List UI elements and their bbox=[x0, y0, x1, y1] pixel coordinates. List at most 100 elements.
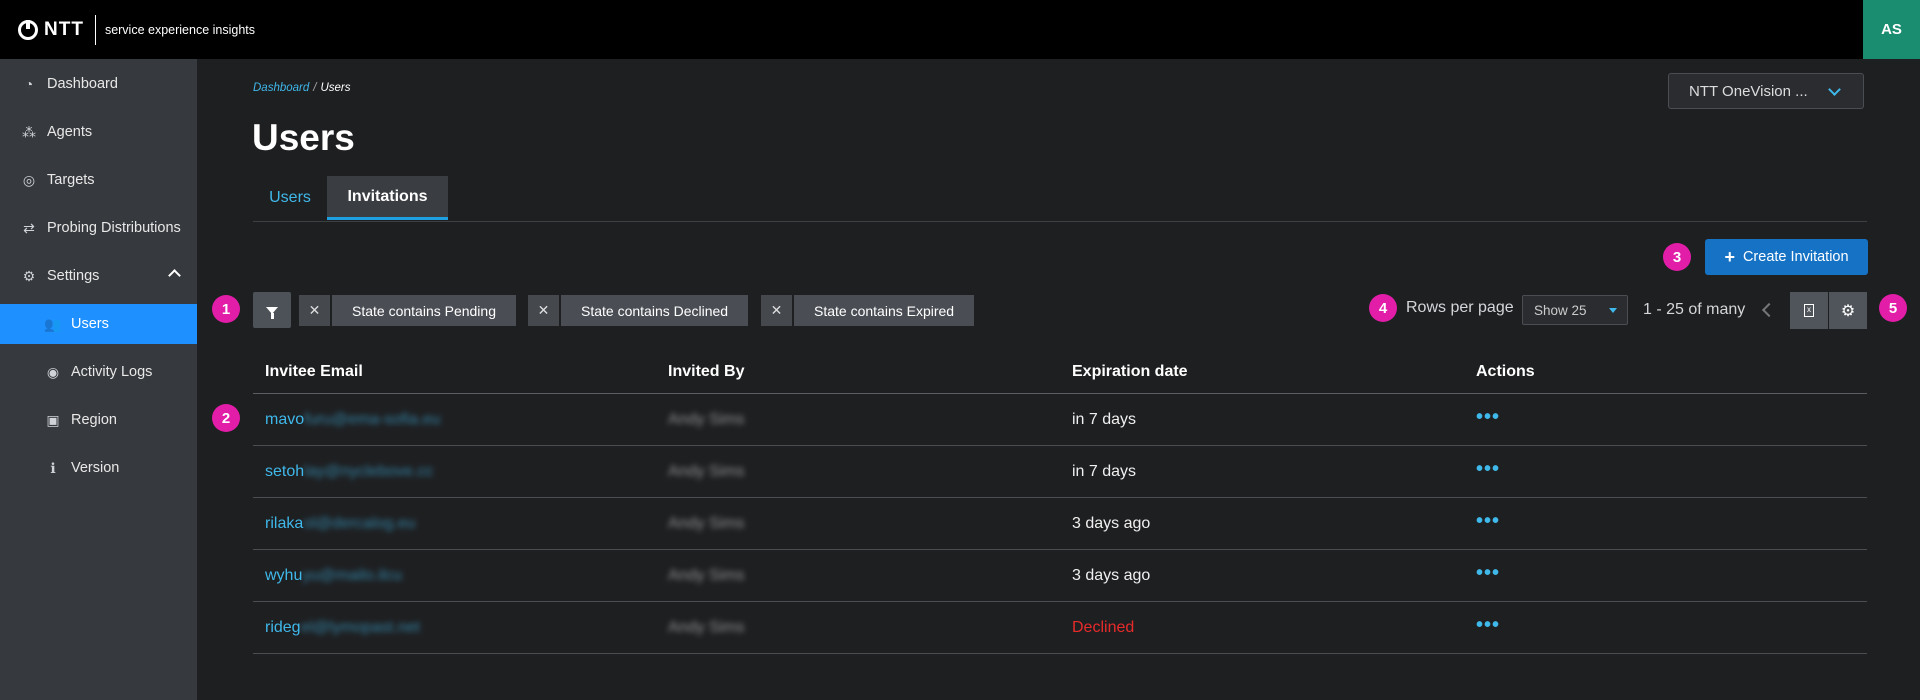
sidebar-item-label: Activity Logs bbox=[71, 364, 153, 380]
row-actions-menu[interactable]: ••• bbox=[1476, 443, 1920, 495]
annotation-marker-5: 5 bbox=[1879, 294, 1907, 322]
filter-chip-label: State contains Expired bbox=[794, 295, 975, 326]
email-redacted: yu@mailo.ilcu bbox=[302, 567, 403, 584]
email-prefix: setoh bbox=[265, 463, 305, 480]
tab-users[interactable]: Users bbox=[253, 176, 327, 220]
filter-chip-label: State contains Pending bbox=[332, 295, 516, 326]
annotation-marker-4: 4 bbox=[1369, 294, 1397, 322]
filter-chip-label: State contains Declined bbox=[561, 295, 749, 326]
row-actions-menu[interactable]: ••• bbox=[1476, 495, 1920, 547]
sidebar-item-label: Probing Distributions bbox=[47, 220, 181, 236]
tab-invitations[interactable]: Invitations bbox=[327, 176, 448, 220]
expiration-date: Declined bbox=[1072, 619, 1135, 636]
export-excel-button[interactable]: x bbox=[1790, 292, 1828, 329]
invitee-email[interactable]: wyhu yu@mailo.ilcu bbox=[265, 550, 402, 602]
breadcrumb-dashboard-link[interactable]: Dashboard bbox=[253, 82, 309, 94]
users-icon: 👥 bbox=[44, 315, 62, 332]
sidebar-item-label: Settings bbox=[47, 268, 100, 284]
column-header-actions: Actions bbox=[1476, 363, 1535, 380]
column-header-expiration-date[interactable]: Expiration date bbox=[1072, 350, 1188, 394]
sidebar-item-label: Agents bbox=[47, 124, 93, 140]
chevron-down-icon bbox=[1828, 83, 1841, 96]
column-header-invitee-email[interactable]: Invitee Email bbox=[265, 350, 363, 394]
chevron-up-icon bbox=[168, 269, 181, 282]
filter-button[interactable] bbox=[253, 292, 291, 328]
organization-select-value: NTT OneVision ... bbox=[1689, 82, 1808, 100]
sidebar-item-settings[interactable]: ⚙ Settings bbox=[0, 256, 197, 296]
ntt-logo-icon bbox=[18, 20, 38, 40]
page-title: Users bbox=[252, 117, 355, 158]
excel-file-icon: x bbox=[1804, 304, 1814, 317]
expiration-date: in 7 days bbox=[1072, 463, 1137, 480]
sidebar-item-activity-logs[interactable]: ◉ Activity Logs bbox=[0, 352, 197, 392]
expiration-date: in 7 days bbox=[1072, 411, 1137, 428]
sidebar-item-dashboard[interactable]: ◔ Dashboard bbox=[0, 64, 197, 104]
invitee-email[interactable]: rideg el@lymopast.net bbox=[265, 602, 420, 654]
sidebar-item-users[interactable]: 👥 Users bbox=[0, 304, 197, 344]
sidebar-item-version[interactable]: ℹ Version bbox=[0, 448, 197, 488]
rows-per-page-select[interactable]: Show 25 bbox=[1522, 295, 1628, 325]
gear-icon: ⚙ bbox=[1840, 302, 1856, 320]
annotation-marker-1: 1 bbox=[212, 295, 240, 323]
id-card-icon: ▣ bbox=[46, 411, 60, 428]
email-redacted: ol@dercalog.eu bbox=[303, 515, 416, 532]
network-nodes-icon: ⁂ bbox=[22, 123, 36, 140]
remove-filter-icon[interactable]: ✕ bbox=[528, 295, 559, 326]
row-actions-menu[interactable]: ••• bbox=[1476, 391, 1920, 443]
ntt-logo[interactable]: NTT service experience insights bbox=[18, 15, 255, 45]
table-row: setoh lay@nyclebove.cc Andy Sims in 7 day… bbox=[253, 446, 1867, 498]
invitee-email[interactable]: rilaka ol@dercalog.eu bbox=[265, 498, 416, 550]
email-prefix: wyhu bbox=[265, 567, 303, 584]
table-settings-button[interactable]: ⚙ bbox=[1829, 292, 1867, 329]
column-header-invited-by[interactable]: Invited By bbox=[668, 350, 744, 394]
tab-bar: Users Invitations bbox=[253, 176, 1867, 222]
sidebar-item-region[interactable]: ▣ Region bbox=[0, 400, 197, 440]
target-icon: ◎ bbox=[22, 171, 36, 188]
user-avatar[interactable]: AS bbox=[1863, 0, 1920, 59]
filter-chip-declined: ✕ State contains Declined bbox=[528, 295, 749, 326]
email-redacted: furu@ema-sofia.eu bbox=[304, 411, 441, 428]
gear-icon: ⚙ bbox=[22, 267, 36, 284]
email-prefix: rilaka bbox=[265, 515, 304, 532]
breadcrumb-current: Users bbox=[320, 82, 351, 94]
plus-icon: + bbox=[1724, 246, 1735, 267]
brand-name: NTT bbox=[44, 19, 84, 40]
caret-down-icon bbox=[1609, 308, 1617, 313]
create-invitation-button[interactable]: + Create Invitation bbox=[1705, 239, 1868, 275]
info-icon: ℹ bbox=[50, 459, 56, 476]
remove-filter-icon[interactable]: ✕ bbox=[299, 295, 330, 326]
annotation-marker-2: 2 bbox=[212, 404, 240, 432]
previous-page-icon[interactable] bbox=[1761, 302, 1777, 318]
table-row: rilaka ol@dercalog.eu Andy Sims 3 days ag… bbox=[253, 498, 1867, 550]
expiration-date: 3 days ago bbox=[1072, 567, 1151, 584]
speedometer-icon: ◔ bbox=[24, 76, 34, 92]
email-redacted: lay@nyclebove.cc bbox=[304, 463, 434, 480]
sidebar: ◔ Dashboard ⁂ Agents ◎ Targets ⇄ Probing… bbox=[0, 59, 197, 700]
remove-filter-icon[interactable]: ✕ bbox=[761, 295, 792, 326]
invitee-email[interactable]: setoh lay@nyclebove.cc bbox=[265, 446, 433, 498]
sidebar-item-targets[interactable]: ◎ Targets bbox=[0, 160, 197, 200]
sidebar-item-probing-distributions[interactable]: ⇄ Probing Distributions bbox=[0, 208, 197, 248]
arrows-exchange-icon: ⇄ bbox=[23, 219, 35, 236]
row-actions-menu[interactable]: ••• bbox=[1476, 599, 1920, 651]
filter-chip-expired: ✕ State contains Expired bbox=[761, 295, 975, 326]
rows-per-page-value: Show 25 bbox=[1534, 302, 1587, 318]
brand-tagline: service experience insights bbox=[104, 23, 256, 37]
create-invitation-label: Create Invitation bbox=[1742, 249, 1849, 265]
table-row: rideg el@lymopast.net Andy Sims Declined … bbox=[253, 602, 1867, 654]
sidebar-item-agents[interactable]: ⁂ Agents bbox=[0, 112, 197, 152]
table-row: mavo furu@ema-sofia.eu Andy Sims in 7 day… bbox=[253, 394, 1867, 446]
sidebar-item-label: Users bbox=[71, 316, 109, 332]
invitee-email[interactable]: mavo furu@ema-sofia.eu bbox=[265, 394, 440, 446]
invited-by: Andy Sims bbox=[668, 463, 745, 480]
filter-chip-pending: ✕ State contains Pending bbox=[299, 295, 516, 326]
breadcrumb: Dashboard / Users bbox=[253, 82, 351, 94]
email-redacted: el@lymopast.net bbox=[300, 619, 420, 636]
invited-by: Andy Sims bbox=[668, 567, 745, 584]
organization-select[interactable]: NTT OneVision ... bbox=[1668, 73, 1864, 109]
email-prefix: rideg bbox=[265, 619, 301, 636]
filter-funnel-icon bbox=[266, 306, 278, 319]
sidebar-item-label: Targets bbox=[47, 172, 95, 188]
row-actions-menu[interactable]: ••• bbox=[1476, 547, 1920, 599]
email-prefix: mavo bbox=[265, 411, 305, 428]
